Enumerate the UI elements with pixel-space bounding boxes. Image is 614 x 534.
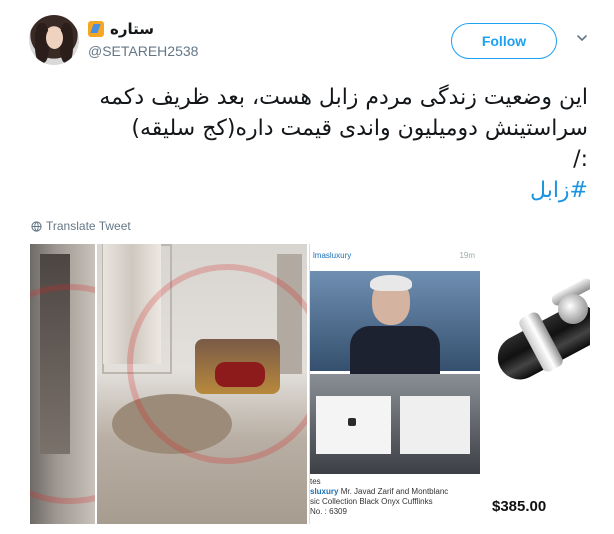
photo-cufflink-product[interactable]: $385.00 — [482, 244, 590, 524]
screenshot-cufflinks-closeup — [310, 374, 480, 474]
hashtag-link[interactable]: #زابل — [30, 175, 588, 206]
tweet-line-1: این وضعیت زندگی مردم زابل هست، بعد ظریف … — [99, 85, 588, 110]
caption-user: sluxury — [310, 487, 339, 496]
screenshot-topbar: lmasluxury 19m — [310, 244, 480, 266]
translate-tweet-label[interactable]: Translate Tweet — [46, 219, 131, 233]
screenshot-time: 19m — [459, 251, 475, 260]
watermark-stamp — [30, 284, 95, 504]
caption-line-3: No. : 6309 — [310, 507, 347, 516]
portrait-hair — [370, 275, 412, 291]
photo-room-left[interactable] — [30, 244, 95, 524]
tweet-line-3: :/ — [573, 147, 588, 172]
translate-tweet[interactable]: Translate Tweet — [31, 218, 131, 234]
caption-line-1: Mr. Javad Zarif and Montblanc — [340, 487, 449, 496]
product-price: $385.00 — [492, 498, 547, 515]
chevron-down-icon[interactable] — [576, 32, 588, 44]
screenshot-account: lmasluxury — [313, 251, 352, 260]
user-handle[interactable]: @SETAREH2538 — [88, 43, 198, 59]
photo-instagram-screenshot[interactable]: lmasluxury 19m tes sluxury Mr. Javad Zar… — [309, 244, 480, 524]
rocket-emoji-icon — [88, 21, 104, 37]
caption-prefix: tes — [310, 477, 321, 486]
tweet-text: این وضعیت زندگی مردم زابل هست، بعد ظریف … — [30, 82, 588, 206]
follow-button[interactable]: Follow — [451, 23, 557, 59]
portrait-suit — [350, 326, 440, 376]
cufflink-knob — [558, 294, 588, 324]
avatar[interactable] — [29, 15, 79, 65]
globe-icon — [31, 220, 42, 232]
closeup-cufflink — [348, 418, 356, 426]
screenshot-portrait — [310, 271, 480, 376]
display-name[interactable]: ستاره — [110, 20, 154, 38]
media-grid: lmasluxury 19m tes sluxury Mr. Javad Zar… — [30, 244, 590, 524]
name-row[interactable]: ستاره — [88, 19, 154, 39]
closeup-sleeve-right — [400, 396, 470, 454]
photo-room[interactable] — [97, 244, 307, 524]
avatar-face — [46, 27, 63, 49]
caption-line-2: sic Collection Black Onyx Cufflinks — [310, 497, 433, 506]
screenshot-caption: tes sluxury Mr. Javad Zarif and Montblan… — [310, 477, 480, 517]
tweet-line-2: سراستینش دومیلیون واندی قیمت داره(کج سلی… — [131, 116, 588, 141]
tweet-header: ستاره @SETAREH2538 Follow — [0, 0, 614, 80]
